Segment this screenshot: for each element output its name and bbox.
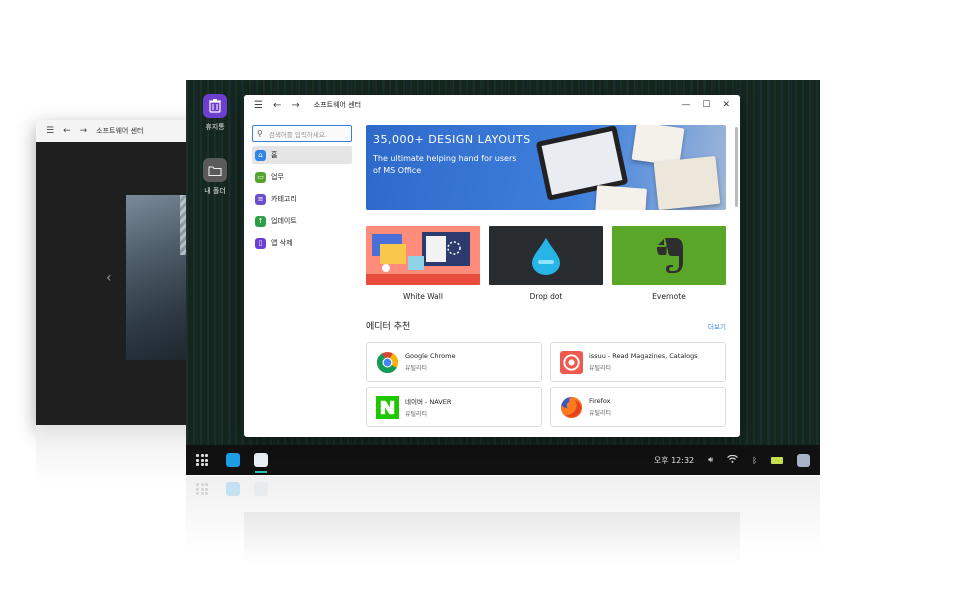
firefox-icon [560, 396, 583, 418]
app-category: 유틸리티 [589, 365, 612, 372]
app-card-naver[interactable]: 네이버 - NAVER 유틸리티 [366, 387, 542, 427]
clock[interactable]: 오후 12:32 [654, 455, 694, 466]
software-center-window: ☰ ← → 소프트웨어 센터 — ☐ ✕ ⚲ 검색어를 입력하세요. ⌂ 홈 ▭… [244, 95, 740, 437]
minimize-icon[interactable]: — [681, 100, 690, 110]
issuu-icon [560, 350, 583, 374]
battery-icon[interactable] [771, 456, 783, 464]
drop-dot-image [489, 226, 603, 285]
list-icon: ≡ [255, 193, 266, 205]
desktop-reflection [186, 476, 820, 566]
app-name: 네이버 - NAVER [405, 398, 452, 406]
evernote-image [612, 226, 726, 285]
menu-icon: ☰ [46, 126, 55, 136]
wifi-icon[interactable] [727, 454, 739, 465]
promo-banner[interactable]: 35,000+ DESIGN LAYOUTS The ultimate help… [366, 125, 726, 210]
featured-app-label: Evernote [652, 292, 686, 301]
previous-slide-icon: ‹ [106, 270, 112, 286]
see-more-link[interactable]: 더보기 [708, 321, 726, 331]
trash-icon: ▯ [255, 237, 266, 249]
app-name: Google Chrome [405, 352, 456, 360]
featured-app-white-wall[interactable]: White Wall [366, 226, 480, 301]
banner-subtitle: The ultimate helping hand for users of M… [373, 154, 517, 175]
app-category: 유틸리티 [589, 410, 612, 417]
taskbar: 오후 12:32 🔊︎ ᛒ [186, 445, 820, 475]
app-card-firefox[interactable]: Firefox 유틸리티 [550, 387, 726, 427]
desktop-icon-label: 내 폴더 [204, 187, 226, 195]
arrow-up-icon: ↑ [255, 215, 266, 227]
volume-icon[interactable]: 🔊︎ [708, 455, 713, 465]
sidebar-item-label: 앱 삭제 [271, 239, 293, 247]
banner-paper-illustration [595, 185, 647, 210]
featured-app-label: White Wall [403, 292, 443, 301]
forward-arrow-icon[interactable]: → [291, 100, 299, 111]
taskbar-app-software-center-icon[interactable] [254, 453, 268, 473]
white-wall-image [366, 226, 480, 285]
menu-icon[interactable]: ☰ [254, 100, 263, 111]
trash-icon [203, 94, 227, 118]
user-avatar[interactable] [797, 453, 810, 467]
app-category: 유틸리티 [405, 365, 428, 372]
featured-apps: White Wall Drop dot Evernote [366, 226, 726, 301]
sidebar-item-work[interactable]: ▭ 업무 [252, 168, 352, 186]
editor-picks-list: Google Chrome 유틸리티 issuu - Read Magazine… [366, 342, 726, 427]
featured-app-drop-dot[interactable]: Drop dot [489, 226, 603, 301]
sidebar-item-label: 업무 [271, 173, 284, 181]
desktop-icon-trash[interactable]: 휴지통 [190, 94, 240, 132]
sidebar-item-label: 카테고리 [271, 195, 297, 203]
background-window: ☰ ← → 소프트웨어 센터 ‹ [36, 120, 206, 425]
screenshot-stage: ☰ ← → 소프트웨어 센터 ‹ 휴지통 내 폴더 오후 12:32 🔊︎ ᛒ … [0, 0, 960, 600]
bluetooth-icon[interactable]: ᛒ [752, 456, 757, 465]
banner-paper-illustration [653, 155, 721, 210]
editor-picks-header: 에디터 추천 더보기 [366, 319, 726, 332]
window-reflection [244, 512, 740, 566]
chrome-icon [376, 351, 399, 373]
back-arrow-icon[interactable]: ← [273, 100, 281, 111]
sidebar-item-uninstall[interactable]: ▯ 앱 삭제 [252, 234, 352, 252]
taskbar-reflection [186, 476, 820, 502]
taskbar-app-reflection [226, 482, 240, 496]
window-title: 소프트웨어 센터 [313, 101, 362, 109]
naver-icon [376, 395, 399, 419]
search-placeholder: 검색어를 입력하세요. [268, 130, 327, 139]
desktop-icon-label: 휴지통 [205, 123, 225, 131]
home-icon: ⌂ [255, 149, 266, 161]
briefcase-icon: ▭ [255, 171, 266, 183]
main-content: 35,000+ DESIGN LAYOUTS The ultimate help… [366, 125, 726, 427]
back-arrow-icon: ← [63, 126, 71, 136]
window-titlebar: ☰ ← → 소프트웨어 센터 — ☐ ✕ [244, 95, 740, 115]
app-category: 유틸리티 [405, 411, 428, 418]
sidebar-item-update[interactable]: ↑ 업데이트 [252, 212, 352, 230]
background-window-titlebar: ☰ ← → 소프트웨어 센터 [36, 120, 206, 142]
search-input[interactable]: ⚲ 검색어를 입력하세요. [252, 125, 352, 142]
sidebar-item-label: 업데이트 [271, 217, 297, 225]
app-name: issuu - Read Magazines, Catalogs [589, 352, 698, 360]
app-name: Firefox [589, 397, 611, 405]
background-window-reflection [36, 425, 206, 485]
search-icon: ⚲ [257, 129, 263, 138]
taskbar-app-reflection [254, 482, 268, 496]
sidebar-item-category[interactable]: ≡ 카테고리 [252, 190, 352, 208]
sidebar: ⚲ 검색어를 입력하세요. ⌂ 홈 ▭ 업무 ≡ 카테고리 ↑ 업데이트 ▯ 앱… [252, 125, 352, 252]
featured-app-label: Drop dot [529, 292, 563, 301]
forward-arrow-icon: → [79, 126, 88, 136]
launcher-icon[interactable] [196, 454, 208, 466]
maximize-icon[interactable]: ☐ [702, 100, 710, 110]
sidebar-item-label: 홈 [271, 151, 278, 159]
desktop-icon-my-folder[interactable]: 내 폴더 [190, 158, 240, 196]
sidebar-item-home[interactable]: ⌂ 홈 [252, 146, 352, 164]
app-card-issuu[interactable]: issuu - Read Magazines, Catalogs 유틸리티 [550, 342, 726, 382]
section-title: 에디터 추천 [366, 322, 411, 332]
app-card-google-chrome[interactable]: Google Chrome 유틸리티 [366, 342, 542, 382]
folder-icon [203, 158, 227, 182]
launcher-icon-reflection [196, 483, 208, 495]
taskbar-app-browser-icon[interactable] [226, 453, 240, 467]
scrollbar[interactable] [735, 127, 738, 207]
close-icon[interactable]: ✕ [722, 100, 730, 110]
background-window-title: 소프트웨어 센터 [96, 127, 144, 135]
featured-app-evernote[interactable]: Evernote [612, 226, 726, 301]
banner-title: 35,000+ DESIGN LAYOUTS [373, 133, 531, 146]
